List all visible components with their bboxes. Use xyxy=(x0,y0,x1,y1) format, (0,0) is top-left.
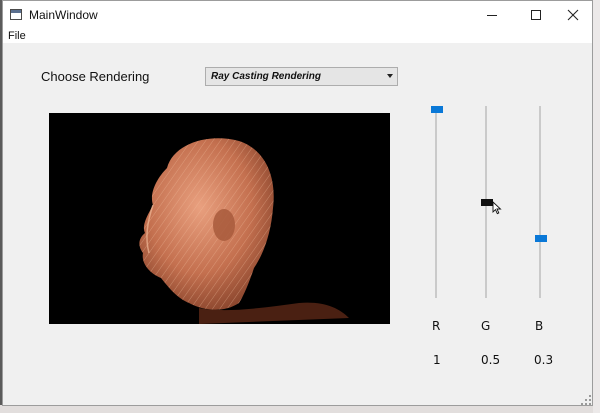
slider-r-track[interactable] xyxy=(435,106,437,298)
chevron-down-icon xyxy=(387,74,393,78)
minimize-icon xyxy=(486,14,497,16)
rendering-mode-selected: Ray Casting Rendering xyxy=(211,71,322,82)
mouse-pointer-icon xyxy=(492,201,502,215)
slider-r-label: R xyxy=(432,319,441,333)
slider-b-handle[interactable] xyxy=(535,235,547,242)
minimize-button[interactable] xyxy=(469,1,514,29)
close-button[interactable] xyxy=(550,1,595,29)
resize-grip[interactable] xyxy=(581,395,591,405)
volume-render-viewport[interactable] xyxy=(49,113,390,324)
desktop-background-bottom xyxy=(0,405,600,413)
app-window-icon xyxy=(10,9,22,20)
main-window: MainWindow File Choose Rendering Ray Cas… xyxy=(2,0,593,406)
close-icon xyxy=(567,9,578,21)
slider-r-handle[interactable] xyxy=(431,106,443,113)
slider-b-label: B xyxy=(535,319,544,333)
rendering-mode-combobox[interactable]: Ray Casting Rendering xyxy=(205,67,398,86)
slider-g-value: 0.5 xyxy=(481,353,501,367)
title-bar[interactable]: MainWindow xyxy=(3,1,592,29)
menu-file[interactable]: File xyxy=(8,30,26,42)
menu-bar: File xyxy=(3,29,592,43)
slider-r-value: 1 xyxy=(433,353,441,367)
window-title: MainWindow xyxy=(29,8,98,22)
slider-b-value: 0.3 xyxy=(534,353,554,367)
maximize-icon xyxy=(530,10,541,20)
choose-rendering-label: Choose Rendering xyxy=(41,69,150,84)
volume-rendered-head xyxy=(139,138,349,324)
desktop-background-right xyxy=(593,0,600,413)
slider-b-track[interactable] xyxy=(539,106,541,298)
slider-g-label: G xyxy=(481,319,491,333)
